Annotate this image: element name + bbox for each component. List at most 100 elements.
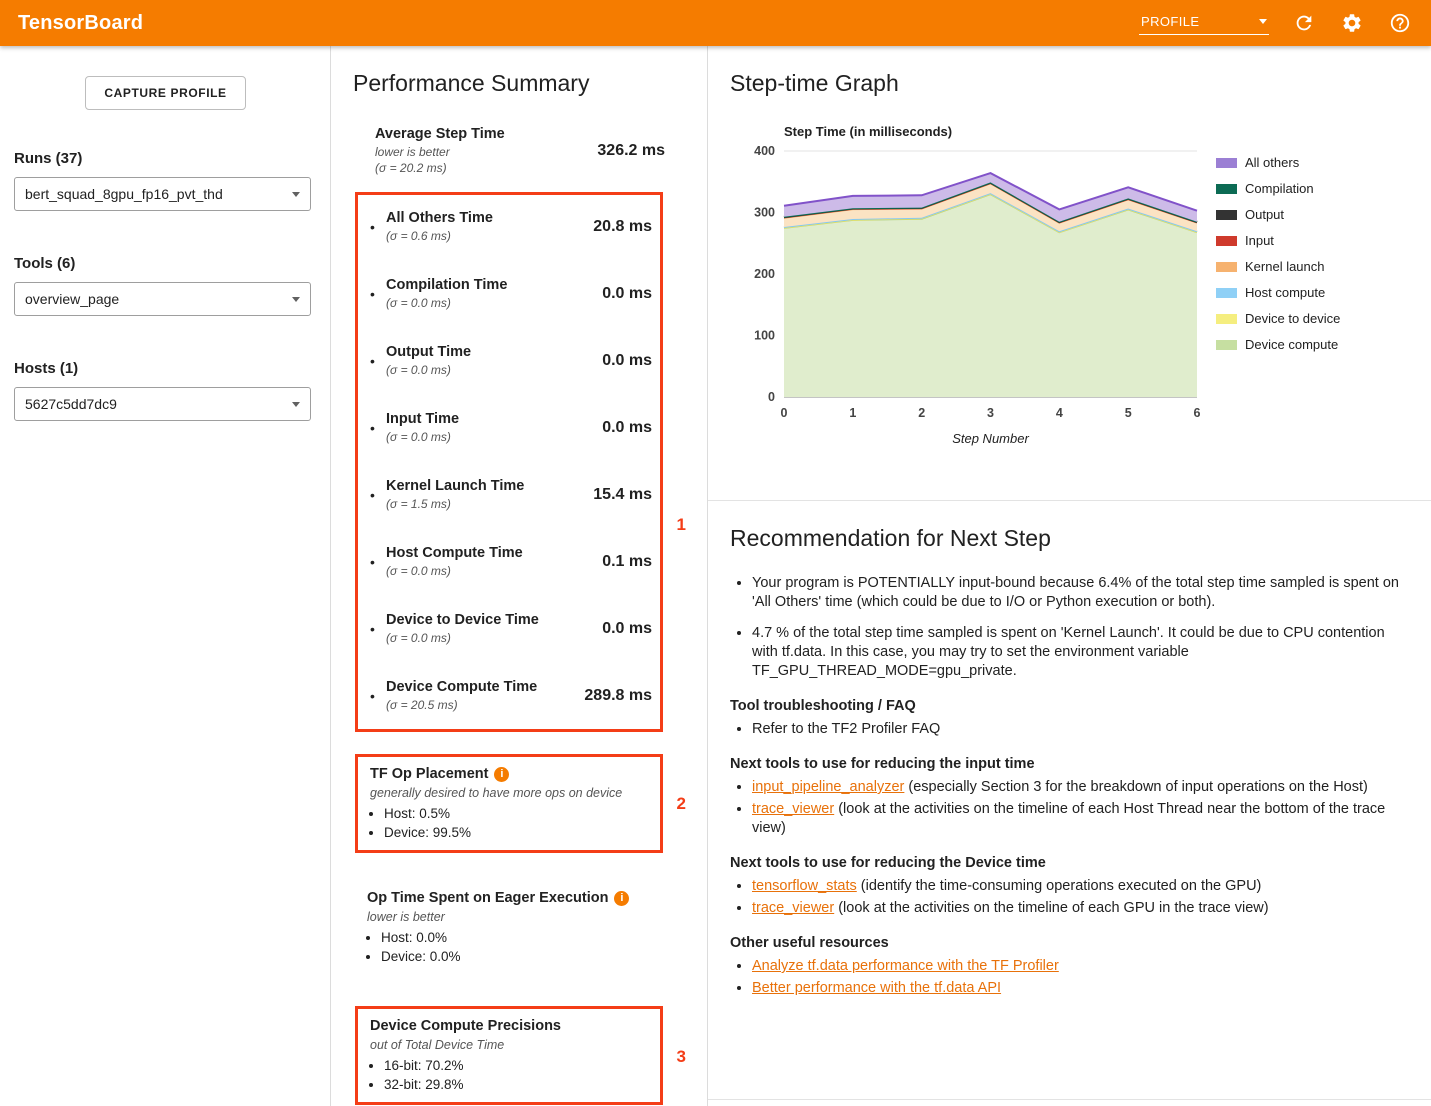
svg-text:0: 0 bbox=[781, 406, 788, 420]
info-title-text: TF Op Placement bbox=[370, 765, 488, 784]
capture-profile-button[interactable]: CAPTURE PROFILE bbox=[85, 76, 245, 110]
metric-row: All Others Time (σ = 0.6 ms) 20.8 ms bbox=[370, 209, 652, 244]
eager-execution-title: Op Time Spent on Eager Execution bbox=[367, 889, 665, 908]
legend-swatch-icon bbox=[1216, 314, 1237, 324]
tfdata-api-link[interactable]: Better performance with the tf.data API bbox=[752, 980, 1001, 996]
metric-row: Kernel Launch Time (σ = 1.5 ms) 15.4 ms bbox=[370, 477, 652, 512]
info-icon[interactable] bbox=[614, 891, 629, 906]
metric-name: Input Time bbox=[386, 410, 594, 429]
svg-text:200: 200 bbox=[754, 267, 775, 281]
metric-name: All Others Time bbox=[386, 209, 585, 228]
bullet-icon bbox=[370, 621, 386, 637]
topbar-actions: PROFILE bbox=[1139, 10, 1413, 36]
metric-value: 0.0 ms bbox=[602, 352, 652, 370]
svg-text:6: 6 bbox=[1194, 406, 1201, 420]
metric-name: Output Time bbox=[386, 343, 594, 362]
recommendation-list: input_pipeline_analyzer (especially Sect… bbox=[730, 778, 1405, 838]
top-app-bar: TensorBoard PROFILE bbox=[0, 0, 1431, 46]
metric-sigma: (σ = 1.5 ms) bbox=[386, 496, 585, 512]
hosts-select[interactable]: 5627c5dd7dc9 bbox=[14, 387, 311, 421]
svg-text:0: 0 bbox=[768, 390, 775, 404]
tools-label: Tools (6) bbox=[14, 255, 320, 272]
hosts-select-value: 5627c5dd7dc9 bbox=[25, 396, 117, 412]
annotation-box-3: Device Compute Precisions out of Total D… bbox=[355, 1006, 663, 1105]
annotation-number-1: 1 bbox=[677, 515, 686, 535]
recommendation-subheading: Tool troubleshooting / FAQ bbox=[730, 697, 1405, 716]
chevron-down-icon bbox=[292, 192, 300, 197]
metric-value: 289.8 ms bbox=[584, 687, 652, 705]
annotation-number-2: 2 bbox=[677, 794, 686, 814]
svg-text:1: 1 bbox=[849, 406, 856, 420]
bullet-icon bbox=[370, 353, 386, 369]
info-title-text: Op Time Spent on Eager Execution bbox=[367, 889, 608, 908]
eager-execution-list: Host: 0.0% Device: 0.0% bbox=[367, 928, 665, 966]
tools-select-value: overview_page bbox=[25, 291, 119, 307]
legend-item: Device compute bbox=[1216, 337, 1340, 352]
recommendation-subheading: Next tools to use for reducing the input… bbox=[730, 755, 1405, 774]
dashboard-selector[interactable]: PROFILE bbox=[1139, 12, 1269, 35]
annotation-box-2: TF Op Placement generally desired to hav… bbox=[355, 754, 663, 853]
help-button[interactable] bbox=[1387, 10, 1413, 36]
legend-label: Device to device bbox=[1245, 311, 1340, 326]
metric-row: Input Time (σ = 0.0 ms) 0.0 ms bbox=[370, 410, 652, 445]
trace-viewer-link[interactable]: trace_viewer bbox=[752, 801, 834, 817]
recommendation-bullets: Your program is POTENTIALLY input-bound … bbox=[730, 574, 1405, 681]
runs-label: Runs (37) bbox=[14, 150, 320, 167]
chevron-down-icon bbox=[292, 297, 300, 302]
info-subtitle: generally desired to have more ops on de… bbox=[370, 785, 650, 802]
info-icon[interactable] bbox=[494, 767, 509, 782]
svg-text:Step Number: Step Number bbox=[952, 431, 1029, 446]
metric-sigma: (σ = 0.0 ms) bbox=[386, 295, 594, 311]
recommendation-text: (look at the activities on the timeline … bbox=[834, 900, 1268, 916]
legend-swatch-icon bbox=[1216, 158, 1237, 168]
legend-item: All others bbox=[1216, 155, 1340, 170]
metric-row: Host Compute Time (σ = 0.0 ms) 0.1 ms bbox=[370, 544, 652, 579]
recommendation-item: 4.7 % of the total step time sampled is … bbox=[752, 624, 1405, 681]
recommendation-subheading: Other useful resources bbox=[730, 934, 1405, 953]
recommendation-item: trace_viewer (look at the activities on … bbox=[752, 800, 1405, 838]
recommendation-text: (identify the time-consuming operations … bbox=[857, 878, 1262, 894]
recommendation-text: (look at the activities on the timeline … bbox=[752, 801, 1385, 836]
metrics-list: Average Step Time lower is better (σ = 2… bbox=[353, 125, 665, 1105]
tensorflow-stats-link[interactable]: tensorflow_stats bbox=[752, 878, 857, 894]
legend-swatch-icon bbox=[1216, 288, 1237, 298]
runs-select[interactable]: bert_squad_8gpu_fp16_pvt_thd bbox=[14, 177, 311, 211]
metric-row: Output Time (σ = 0.0 ms) 0.0 ms bbox=[370, 343, 652, 378]
dashboard-selector-value: PROFILE bbox=[1141, 14, 1199, 29]
annotation-box-1: All Others Time (σ = 0.6 ms) 20.8 ms Com… bbox=[355, 192, 663, 732]
tf-op-placement-list: Host: 0.5% Device: 99.5% bbox=[370, 804, 650, 842]
svg-text:400: 400 bbox=[754, 144, 775, 158]
right-panel: Step-time Graph 01002003004000123456Step… bbox=[708, 46, 1431, 1106]
trace-viewer-link[interactable]: trace_viewer bbox=[752, 900, 834, 916]
svg-text:2: 2 bbox=[918, 406, 925, 420]
bullet-icon bbox=[370, 487, 386, 503]
metric-name: Average Step Time bbox=[375, 125, 589, 144]
metric-sigma: (σ = 0.6 ms) bbox=[386, 228, 585, 244]
svg-text:100: 100 bbox=[754, 329, 775, 343]
metric-sigma: (σ = 0.0 ms) bbox=[386, 362, 594, 378]
recommendation-title: Recommendation for Next Step bbox=[730, 525, 1405, 552]
gear-icon bbox=[1341, 12, 1363, 34]
recommendation-item: Better performance with the tf.data API bbox=[752, 979, 1405, 998]
bullet-icon bbox=[370, 688, 386, 704]
section-divider bbox=[708, 500, 1431, 501]
metric-value: 0.0 ms bbox=[602, 620, 652, 638]
tfdata-performance-link[interactable]: Analyze tf.data performance with the TF … bbox=[752, 958, 1059, 974]
metric-value: 0.0 ms bbox=[602, 419, 652, 437]
recommendation-text: (especially Section 3 for the breakdown … bbox=[904, 779, 1367, 795]
input-pipeline-analyzer-link[interactable]: input_pipeline_analyzer bbox=[752, 779, 904, 795]
svg-text:3: 3 bbox=[987, 406, 994, 420]
metric-name: Device to Device Time bbox=[386, 611, 594, 630]
legend-swatch-icon bbox=[1216, 236, 1237, 246]
info-subtitle: out of Total Device Time bbox=[370, 1037, 650, 1054]
recommendation-subheading: Next tools to use for reducing the Devic… bbox=[730, 854, 1405, 873]
metric-row: Compilation Time (σ = 0.0 ms) 0.0 ms bbox=[370, 276, 652, 311]
tools-select[interactable]: overview_page bbox=[14, 282, 311, 316]
svg-text:Step Time (in milliseconds): Step Time (in milliseconds) bbox=[784, 124, 952, 139]
metric-row: Device to Device Time (σ = 0.0 ms) 0.0 m… bbox=[370, 611, 652, 646]
list-item: Device: 99.5% bbox=[384, 823, 650, 842]
list-item: 32-bit: 29.8% bbox=[384, 1075, 650, 1094]
settings-button[interactable] bbox=[1339, 10, 1365, 36]
refresh-button[interactable] bbox=[1291, 10, 1317, 36]
legend-label: Compilation bbox=[1245, 181, 1314, 196]
